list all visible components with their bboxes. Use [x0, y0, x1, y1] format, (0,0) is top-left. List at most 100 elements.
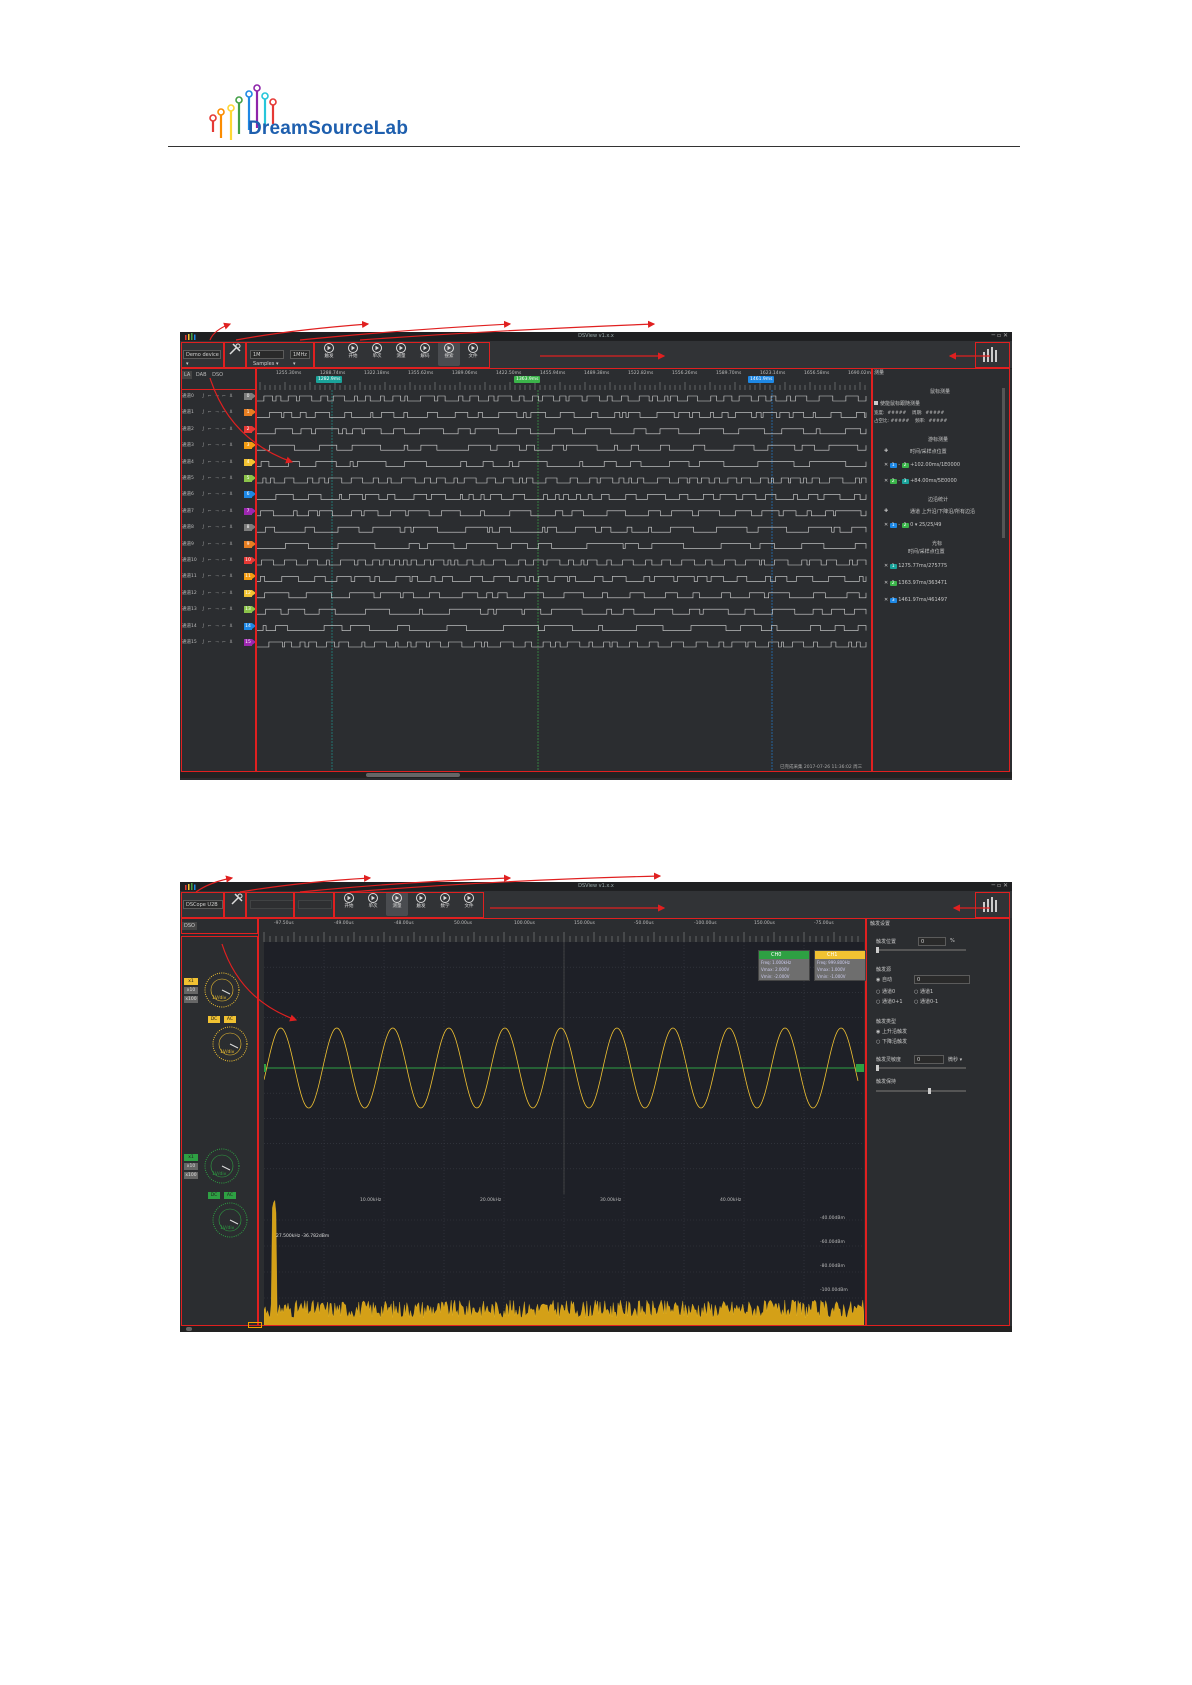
probe-button[interactable]: x10 — [184, 987, 198, 994]
trigger-selector[interactable]: ∫ ⌐ ¬ ⌐ ⊻ — [202, 556, 234, 565]
toolbar-button[interactable]: 单次 — [366, 342, 388, 366]
horizontal-scrollbar-2[interactable] — [180, 1326, 1012, 1332]
trigger-selector[interactable]: ∫ ⌐ ¬ ⌐ ⊻ — [202, 638, 234, 647]
toolbar-button[interactable]: 数学 — [434, 892, 456, 916]
trigger-selector[interactable]: ∫ ⌐ ¬ ⌐ ⊻ — [202, 589, 234, 598]
toolbar-button[interactable]: 解码 — [414, 342, 436, 366]
knob-vdiv-icon[interactable] — [202, 1146, 242, 1186]
source-opt-ch0-plus-ch1[interactable]: ○ 通道0+1 — [876, 998, 903, 1005]
trigger-selector[interactable]: ∫ ⌐ ¬ ⌐ ⊻ — [202, 605, 234, 614]
trigger-selector[interactable]: ∫ ⌐ ¬ ⌐ ⊻ — [202, 392, 234, 401]
source-opt-ch0-minus-ch1[interactable]: ○ 通道0-1 — [914, 998, 938, 1005]
trigger-selector[interactable]: ∫ ⌐ ¬ ⌐ ⊻ — [202, 408, 234, 417]
follow-checkbox[interactable]: 使能鼠标跟随测量 — [874, 400, 920, 407]
probe-button[interactable]: x100 — [184, 996, 198, 1003]
toolbar-button[interactable]: 开始 — [338, 892, 360, 916]
rate-select[interactable] — [298, 900, 332, 909]
probe-button[interactable]: x1 — [184, 1154, 198, 1161]
device-select-2[interactable]: DSCope U2B — [183, 900, 223, 909]
tab-dso-2[interactable]: DSO — [182, 922, 197, 930]
settings-button[interactable] — [224, 342, 246, 366]
trigger-pos-input[interactable]: 0 — [918, 937, 946, 946]
trigger-selector[interactable]: ∫ ⌐ ¬ ⌐ ⊻ — [202, 425, 234, 434]
measure-info-box[interactable]: CH1 Freq: 999.800Hz Vmax: 1.000V Vmin: -1.0… — [814, 950, 866, 981]
trigger-selector[interactable]: ∫ ⌐ ¬ ⌐ ⊻ — [202, 507, 234, 516]
sample-rate-select[interactable]: 1MHz ▾ — [290, 350, 310, 367]
probe-button[interactable]: x100 — [184, 1172, 198, 1179]
channel-row[interactable]: 通道4 ∫ ⌐ ¬ ⌐ ⊻ 4 — [182, 458, 256, 467]
cursor-label[interactable]: 1282.9ms — [316, 376, 343, 383]
knob-offset-icon[interactable] — [210, 1024, 250, 1064]
timebase-select[interactable] — [250, 900, 294, 909]
trigger-sens-input[interactable]: 0 — [914, 1055, 944, 1064]
time-ruler-2[interactable]: -97.50us -49.00us -48.00us 50.00us 100.00us 1… — [258, 918, 864, 942]
tab-dso[interactable]: DSO — [210, 371, 225, 379]
channel-row[interactable]: 通道10 ∫ ⌐ ¬ ⌐ ⊻ 10 — [182, 556, 256, 565]
channel-row[interactable]: 通道0 ∫ ⌐ ¬ ⌐ ⊻ 0 — [182, 392, 256, 401]
window-controls-2[interactable]: ─ ▫ ✕ — [991, 882, 1008, 889]
toolbar-button[interactable]: 文件 — [458, 892, 480, 916]
toolbar-button[interactable]: 开始 — [342, 342, 364, 366]
channel-row[interactable]: 通道7 ∫ ⌐ ¬ ⌐ ⊻ 7 — [182, 507, 256, 516]
channel-row[interactable]: 通道8 ∫ ⌐ ¬ ⌐ ⊻ 8 — [182, 523, 256, 532]
knob-vdiv-icon[interactable] — [202, 970, 242, 1010]
channel-row[interactable]: 通道3 ∫ ⌐ ¬ ⌐ ⊻ 3 — [182, 441, 256, 450]
channel-row[interactable]: 通道6 ∫ ⌐ ¬ ⌐ ⊻ 6 — [182, 490, 256, 499]
add-cursor-measure[interactable]: ✚ — [884, 448, 888, 454]
channel-row[interactable]: 通道15 ∫ ⌐ ¬ ⌐ ⊻ 15 — [182, 638, 256, 647]
mode-tabs[interactable]: LA DAB DSO — [182, 371, 225, 379]
trigger-selector[interactable]: ∫ ⌐ ¬ ⌐ ⊻ — [202, 458, 234, 467]
cursor-label[interactable]: 1363.9ms — [514, 376, 541, 383]
channel-row[interactable]: 通道12 ∫ ⌐ ¬ ⌐ ⊻ 12 — [182, 589, 256, 598]
fft-display[interactable] — [264, 1194, 864, 1326]
measure-info-box[interactable]: CH0 Freq: 1.000kHz Vmax: 2.000V Vmin: -2.00… — [758, 950, 810, 981]
toolbar-button[interactable]: 测量 — [386, 892, 408, 916]
trigger-sens-unit[interactable]: 微秒 ▾ — [948, 1056, 962, 1063]
trigger-selector[interactable]: ∫ ⌐ ¬ ⌐ ⊻ — [202, 523, 234, 532]
trigger-selector[interactable]: ∫ ⌐ ¬ ⌐ ⊻ — [202, 540, 234, 549]
trigger-selector[interactable]: ∫ ⌐ ¬ ⌐ ⊻ — [202, 474, 234, 483]
sample-count-select[interactable]: 1M Samples ▾ — [250, 350, 284, 367]
toolbar-button[interactable]: 搜索 — [438, 342, 460, 366]
coupling-button[interactable]: AC — [224, 1192, 236, 1199]
channel-row[interactable]: 通道14 ∫ ⌐ ¬ ⌐ ⊻ 14 — [182, 622, 256, 631]
channel-row[interactable]: 通道5 ∫ ⌐ ¬ ⌐ ⊻ 5 — [182, 474, 256, 483]
channel-row[interactable]: 通道13 ∫ ⌐ ¬ ⌐ ⊻ 13 — [182, 605, 256, 614]
type-rising[interactable]: ◉ 上升沿触发 — [876, 1028, 907, 1035]
trigger-pos-slider[interactable] — [876, 947, 966, 953]
trigger-hold-slider[interactable] — [876, 1088, 966, 1094]
device-select[interactable]: Demo device ▾ — [183, 350, 221, 367]
channel-row[interactable]: 通道11 ∫ ⌐ ¬ ⌐ ⊻ 11 — [182, 572, 256, 581]
toolbar-button[interactable]: 触发 — [318, 342, 340, 366]
tab-dab[interactable]: DAB — [194, 371, 209, 379]
coupling-button[interactable]: AC — [224, 1016, 236, 1023]
trigger-selector[interactable]: ∫ ⌐ ¬ ⌐ ⊻ — [202, 572, 234, 581]
type-falling[interactable]: ○ 下降沿触发 — [876, 1038, 907, 1045]
trigger-sens-slider[interactable] — [876, 1065, 966, 1071]
coupling-button[interactable]: DC — [208, 1016, 220, 1023]
waveform-area[interactable] — [256, 390, 870, 772]
channel-row[interactable]: 通道1 ∫ ⌐ ¬ ⌐ ⊻ 1 — [182, 408, 256, 417]
trigger-selector[interactable]: ∫ ⌐ ¬ ⌐ ⊻ — [202, 622, 234, 631]
source-opt-auto[interactable]: ◉ 自动 — [876, 976, 892, 983]
channel-row[interactable]: 通道2 ∫ ⌐ ¬ ⌐ ⊻ 2 — [182, 425, 256, 434]
channel-row[interactable]: 通道9 ∫ ⌐ ¬ ⌐ ⊻ 9 — [182, 540, 256, 549]
toolbar-button[interactable]: 文件 — [462, 342, 484, 366]
trigger-selector[interactable]: ∫ ⌐ ¬ ⌐ ⊻ — [202, 490, 234, 499]
toolbar-button[interactable]: 测量 — [390, 342, 412, 366]
window-controls[interactable]: ─ ▫ ✕ — [991, 332, 1008, 339]
source-opt-ch1[interactable]: ○ 通道1 — [914, 988, 933, 995]
cursor-label[interactable]: 1461.9ms — [748, 376, 775, 383]
tab-la[interactable]: LA — [182, 371, 193, 379]
panel-scrollbar[interactable] — [1002, 388, 1005, 538]
add-edge-stat[interactable]: ✚ — [884, 508, 888, 514]
probe-button[interactable]: x1 — [184, 978, 198, 985]
horizontal-scrollbar[interactable] — [180, 772, 1012, 778]
coupling-button[interactable]: DC — [208, 1192, 220, 1199]
toolbar-button[interactable]: 触发 — [410, 892, 432, 916]
source-opt-ch0[interactable]: ○ 通道0 — [876, 988, 895, 995]
knob-offset-icon[interactable] — [210, 1200, 250, 1240]
probe-button[interactable]: x10 — [184, 1163, 198, 1170]
trigger-selector[interactable]: ∫ ⌐ ¬ ⌐ ⊻ — [202, 441, 234, 450]
toolbar-button[interactable]: 单次 — [362, 892, 384, 916]
